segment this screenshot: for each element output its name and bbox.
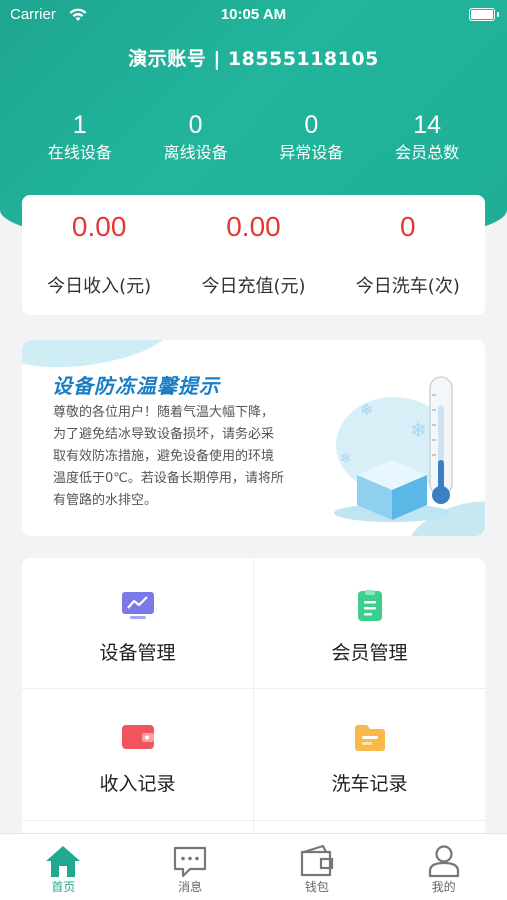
function-menu: 设备管理 会员管理 收入记录 洗车记录 xyxy=(22,558,485,843)
notice-line: 温度低于0℃。若设备长期停用，请将所 xyxy=(53,471,284,486)
stat-abnormal[interactable]: 0 异常设备 xyxy=(254,110,370,170)
today-income-card: 0.00 今日收入(元) 0.00 今日充值(元) 0 今日洗车(次) xyxy=(22,195,485,315)
stat-label: 在线设备 xyxy=(47,143,112,162)
stat-value: 0 xyxy=(304,111,319,139)
recharge-value: 0.00 xyxy=(226,211,281,242)
svg-text:❄: ❄ xyxy=(360,400,373,419)
menu-label: 设备管理 xyxy=(99,642,176,664)
menu-income-records[interactable]: 收入记录 xyxy=(22,689,253,819)
menu-label: 收入记录 xyxy=(99,773,176,795)
menu-wash-records[interactable]: 洗车记录 xyxy=(254,689,485,819)
today-recharge: 0.00 今日充值(元) xyxy=(176,195,330,315)
account-title: 演示账号 | 18555118105 xyxy=(128,48,379,70)
tab-label: 钱包 xyxy=(304,880,329,894)
user-icon xyxy=(428,845,459,878)
menu-member-management[interactable]: 会员管理 xyxy=(254,558,485,688)
notice-line: 有管路的水排空。 xyxy=(53,493,158,508)
tab-messages[interactable]: 消息 xyxy=(127,834,254,900)
menu-label: 会员管理 xyxy=(331,642,408,664)
today-washes: 0 今日洗车(次) xyxy=(331,195,485,315)
menu-device-management[interactable]: 设备管理 xyxy=(22,558,253,688)
notice-line: 尊敬的各位用户！随着气温大幅下降， xyxy=(53,405,275,420)
stat-label: 异常设备 xyxy=(279,143,344,162)
stat-label: 会员总数 xyxy=(395,143,460,162)
stat-members[interactable]: 14 会员总数 xyxy=(369,110,485,170)
stat-online[interactable]: 1 在线设备 xyxy=(22,110,138,170)
battery-icon xyxy=(469,8,499,21)
divider xyxy=(22,820,485,821)
notice-line: 取有效防冻措施，避免设备使用的环境 xyxy=(53,449,275,464)
device-stats: 1 在线设备 0 离线设备 0 异常设备 14 会员总数 xyxy=(22,110,485,170)
tab-label: 我的 xyxy=(431,880,456,894)
menu-label: 洗车记录 xyxy=(331,773,408,795)
svg-text:❄: ❄ xyxy=(410,418,427,442)
status-bar: Carrier 10:05 AM xyxy=(0,0,507,30)
tab-wallet[interactable]: 钱包 xyxy=(254,834,381,900)
stat-value: 1 xyxy=(72,111,87,139)
stat-value: 14 xyxy=(413,111,442,139)
wallet-icon xyxy=(122,725,154,749)
stat-value: 0 xyxy=(188,111,203,139)
washes-value: 0 xyxy=(400,211,416,242)
wallet-icon xyxy=(300,844,333,877)
ice-thermometer-icon: ❄ ❄ ❄ xyxy=(334,376,453,522)
washes-label: 今日洗车(次) xyxy=(355,276,460,297)
notice-title: 设备防冻温馨提示 xyxy=(52,374,220,398)
stat-offline[interactable]: 0 离线设备 xyxy=(138,110,254,170)
tab-label: 首页 xyxy=(51,880,76,894)
folder-icon xyxy=(355,725,385,751)
monitor-chart-icon xyxy=(122,592,154,619)
home-icon xyxy=(46,846,81,877)
tab-label: 消息 xyxy=(178,880,203,894)
bottom-tab-bar: 首页 消息 钱包 我的 xyxy=(0,833,507,900)
clock: 10:05 AM xyxy=(220,6,287,23)
tab-home[interactable]: 首页 xyxy=(0,834,127,900)
tab-profile[interactable]: 我的 xyxy=(380,834,507,900)
notice-body: 尊敬的各位用户！随着气温大幅下降， 为了避免结冰导致设备损坏，请务必采 取有效防… xyxy=(53,402,331,512)
message-icon xyxy=(174,846,207,878)
income-value: 0.00 xyxy=(71,211,127,242)
svg-text:❄: ❄ xyxy=(340,451,352,467)
notice-line: 为了避免结冰导致设备损坏，请务必采 xyxy=(53,427,275,442)
antifreeze-notice-banner[interactable]: 设备防冻温馨提示 尊敬的各位用户！随着气温大幅下降， 为了避免结冰导致设备损坏，… xyxy=(22,340,485,536)
recharge-label: 今日充值(元) xyxy=(201,276,306,297)
stat-label: 离线设备 xyxy=(163,143,228,162)
clipboard-icon xyxy=(358,590,382,621)
income-label: 今日收入(元) xyxy=(47,276,152,297)
today-income: 0.00 今日收入(元) xyxy=(22,195,176,315)
